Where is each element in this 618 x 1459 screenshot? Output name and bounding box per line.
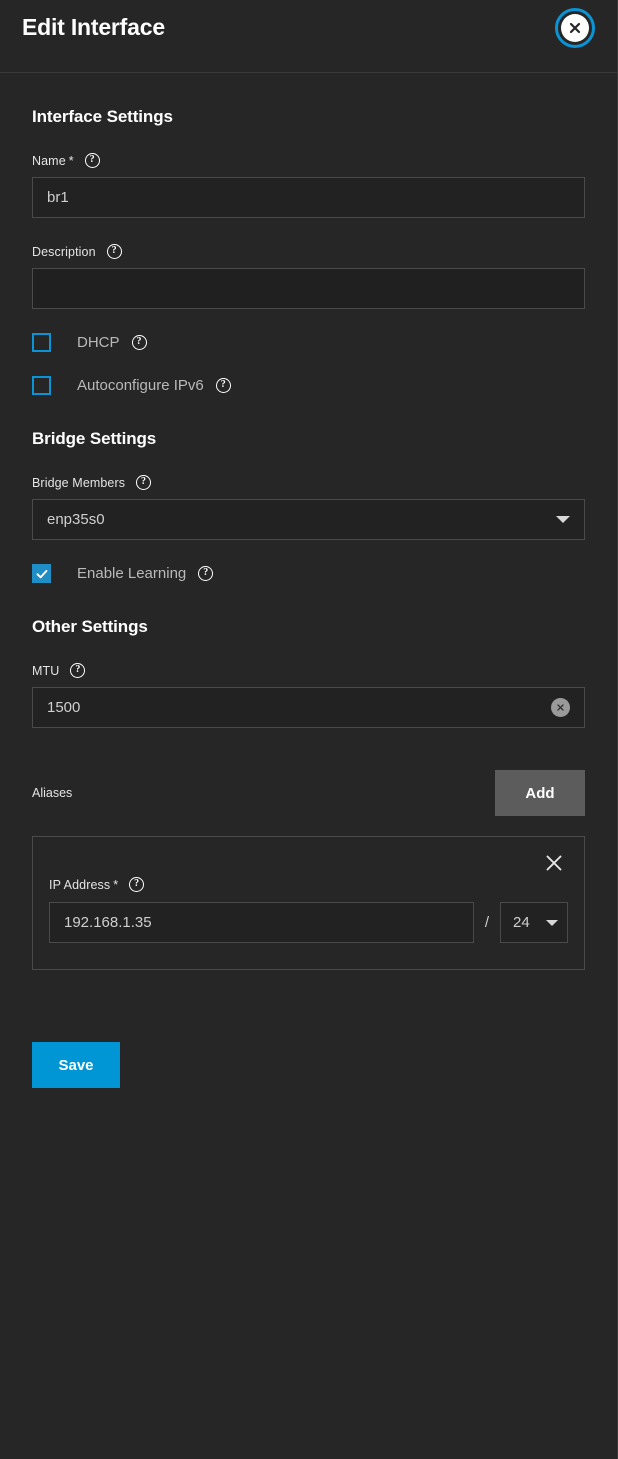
aliases-header-row: Aliases Add (32, 770, 585, 816)
mtu-input[interactable]: 1500 (32, 687, 585, 728)
help-icon[interactable]: ? (136, 475, 152, 490)
mtu-input-value: 1500 (47, 699, 81, 716)
check-icon (36, 569, 47, 578)
help-icon[interactable]: ? (198, 566, 214, 581)
remove-alias-button[interactable] (542, 851, 566, 880)
dhcp-checkbox[interactable] (32, 333, 51, 352)
close-icon (561, 14, 589, 42)
autoconfigure-ipv6-checkbox[interactable] (32, 376, 51, 395)
name-input-value: br1 (47, 189, 69, 206)
checkbox-row-autoconfigure-ipv6[interactable]: Autoconfigure IPv6 ? (32, 376, 585, 395)
label-mtu-text: MTU (32, 663, 60, 678)
help-icon[interactable]: ? (106, 244, 122, 259)
section-title-interface-settings: Interface Settings (32, 107, 173, 126)
alias-entry: IP Address * ? 192.168.1.35 / 24 (32, 836, 585, 970)
aliases-label: Aliases (32, 786, 73, 800)
field-name: Name * ? br1 (32, 153, 585, 218)
add-alias-button[interactable]: Add (495, 770, 585, 816)
dhcp-label: DHCP (77, 334, 120, 351)
label-description-text: Description (32, 244, 96, 259)
help-icon[interactable]: ? (129, 877, 145, 892)
bridge-members-select[interactable]: enp35s0 (32, 499, 585, 540)
help-icon[interactable]: ? (215, 378, 231, 393)
help-icon[interactable]: ? (84, 153, 100, 168)
label-ip-address: IP Address * ? (49, 877, 568, 892)
autoconfigure-ipv6-label: Autoconfigure IPv6 (77, 377, 204, 394)
page-title: Edit Interface (22, 14, 165, 40)
label-name-text: Name (32, 153, 66, 168)
panel-content: Interface Settings Name * ? br1 Descript… (0, 73, 617, 1088)
section-title-bridge-settings: Bridge Settings (32, 429, 157, 448)
clear-icon[interactable] (551, 698, 570, 717)
help-icon[interactable]: ? (131, 335, 147, 350)
label-name: Name * ? (32, 153, 585, 168)
required-marker: * (113, 877, 119, 892)
checkbox-row-dhcp[interactable]: DHCP ? (32, 333, 585, 352)
chevron-down-icon (556, 516, 570, 523)
ip-address-input[interactable]: 192.168.1.35 (49, 902, 474, 943)
edit-interface-panel: Edit Interface Interface Settings Name *… (0, 0, 618, 1459)
netmask-value: 24 (513, 914, 530, 931)
label-ip-address-text: IP Address (49, 877, 111, 892)
description-input[interactable] (32, 268, 585, 309)
label-bridge-members: Bridge Members ? (32, 475, 585, 490)
section-title-other-settings: Other Settings (32, 617, 148, 636)
required-marker: * (68, 153, 74, 168)
label-bridge-members-text: Bridge Members (32, 475, 126, 490)
label-mtu: MTU ? (32, 663, 585, 678)
checkbox-row-enable-learning[interactable]: Enable Learning ? (32, 564, 585, 583)
enable-learning-label: Enable Learning (77, 565, 187, 582)
name-input[interactable]: br1 (32, 177, 585, 218)
field-bridge-members: Bridge Members ? enp35s0 (32, 475, 585, 540)
enable-learning-checkbox[interactable] (32, 564, 51, 583)
ip-address-row: 192.168.1.35 / 24 (49, 902, 568, 943)
close-button[interactable] (555, 8, 595, 48)
netmask-select[interactable]: 24 (500, 902, 568, 943)
save-button[interactable]: Save (32, 1042, 120, 1088)
close-x-glyph (569, 22, 581, 34)
label-description: Description ? (32, 244, 585, 259)
help-icon[interactable]: ? (70, 663, 86, 678)
field-mtu: MTU ? 1500 (32, 663, 585, 728)
close-icon (546, 855, 562, 871)
ip-address-value: 192.168.1.35 (64, 914, 152, 931)
ip-separator: / (484, 914, 489, 931)
panel-header: Edit Interface (0, 0, 617, 73)
field-description: Description ? (32, 244, 585, 309)
clear-x-glyph (557, 704, 564, 711)
chevron-down-icon (546, 919, 558, 926)
bridge-members-value: enp35s0 (47, 511, 105, 528)
